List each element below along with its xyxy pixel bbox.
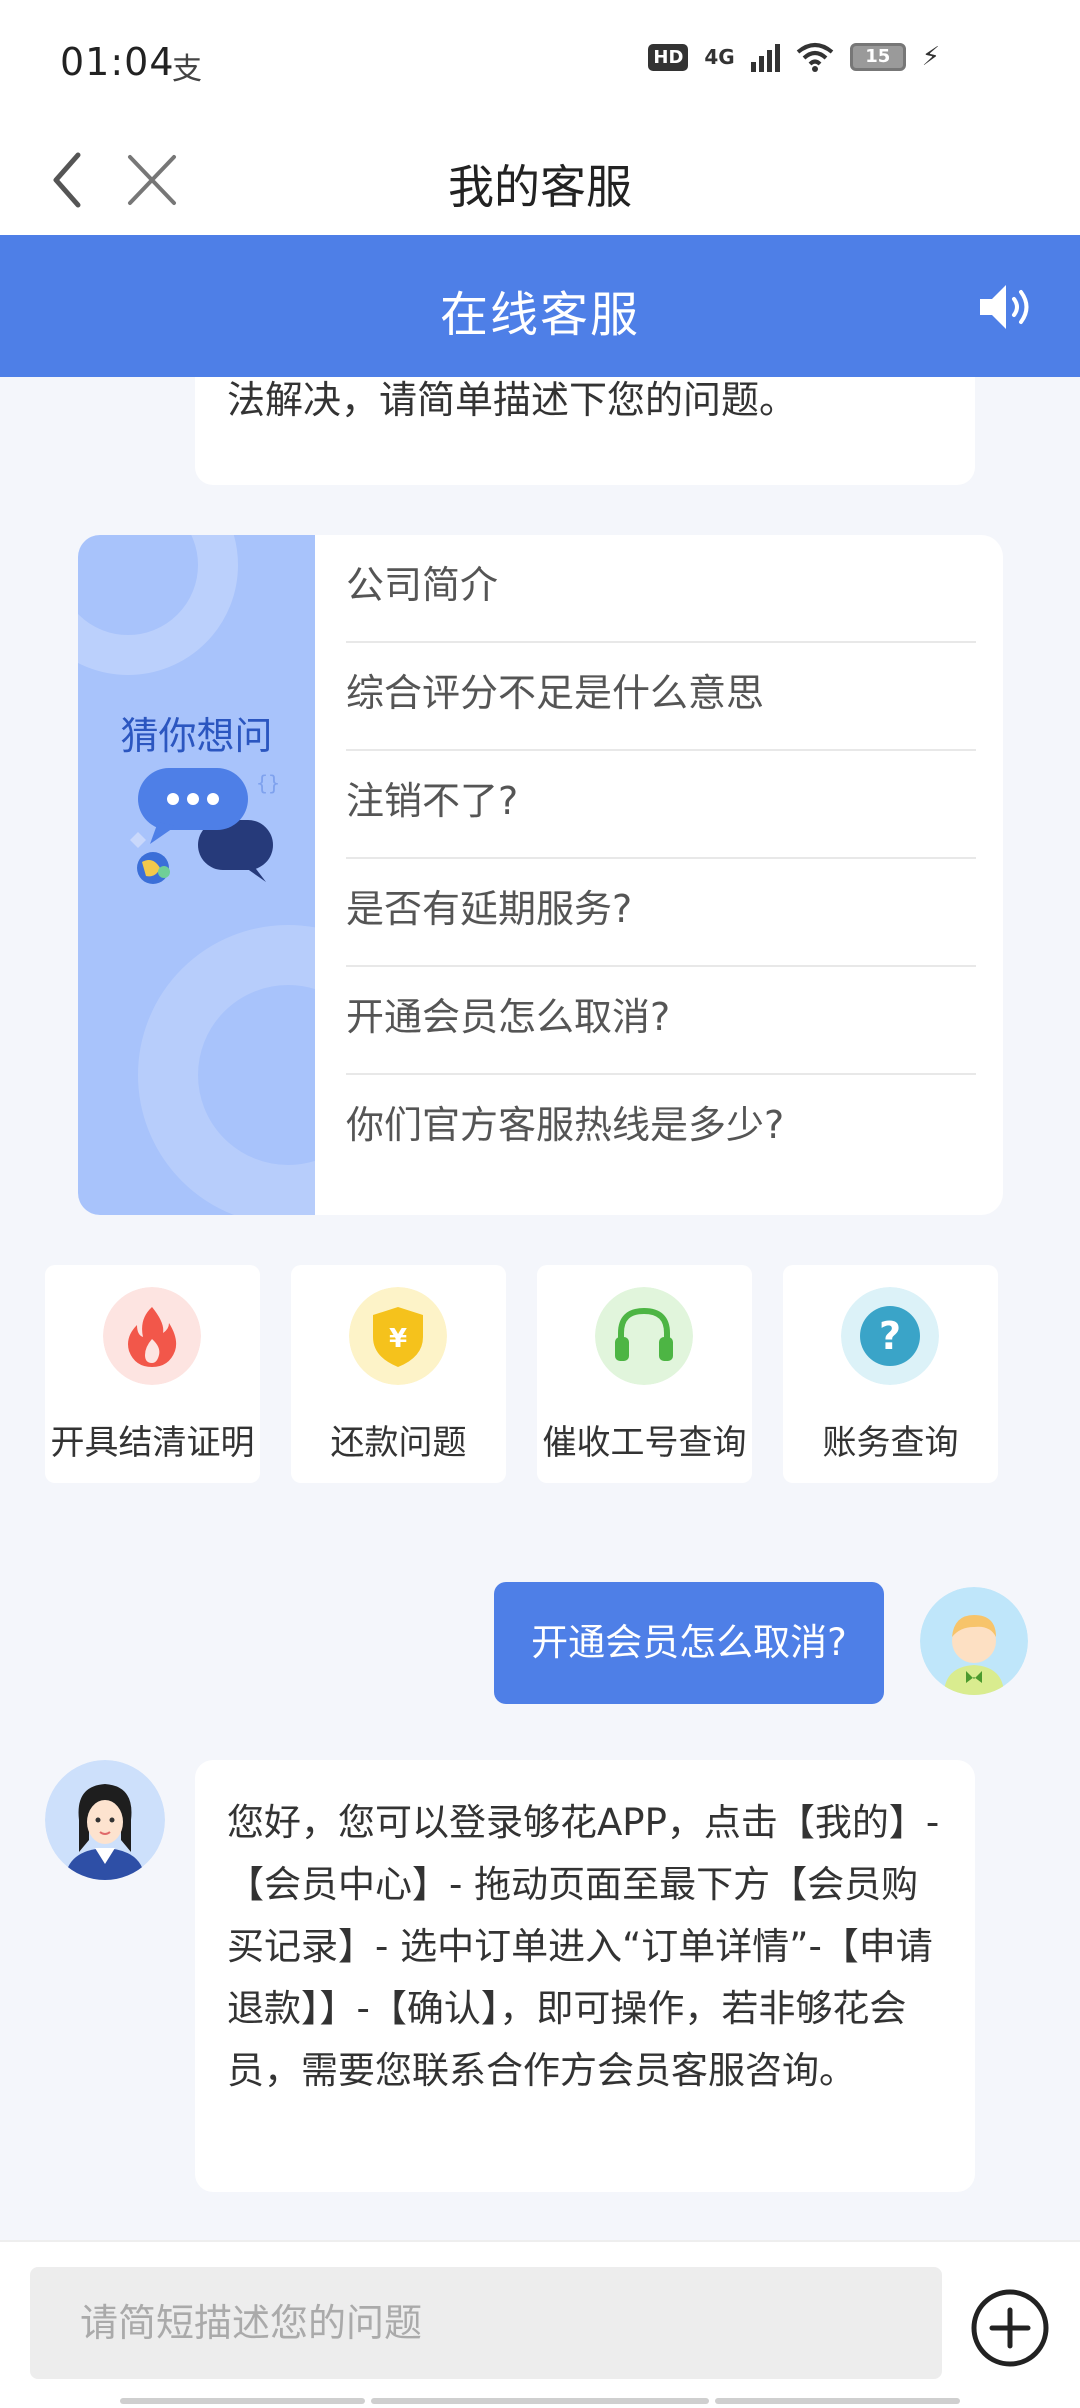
wifi-icon — [796, 43, 834, 72]
gesture-bar — [120, 2398, 960, 2404]
status-bar: 01:04 支 HD 4G 15 ⚡ — [0, 0, 1080, 125]
input-bar — [0, 2240, 1080, 2408]
agent-message: 您好，您可以登录够花APP，点击【我的】-【会员中心】- 拖动页面至最下方【会员… — [195, 1760, 975, 2192]
faq-item[interactable]: 注销不了? — [346, 751, 976, 859]
question-icon: ? — [841, 1287, 939, 1385]
flame-icon — [103, 1287, 201, 1385]
quick-action-label: 还款问题 — [330, 1423, 467, 1463]
plus-circle-icon[interactable] — [968, 2286, 1052, 2370]
quick-action-collector-id[interactable]: 催收工号查询 — [537, 1265, 752, 1483]
signal-icon — [750, 42, 780, 72]
hd-icon: HD — [648, 43, 689, 71]
faq-heading: 猜你想问 — [120, 714, 273, 758]
faq-side-panel: 猜你想问 {} — [78, 535, 315, 1215]
agent-avatar — [45, 1760, 165, 1880]
speaker-icon[interactable] — [974, 277, 1038, 337]
quick-action-label: 账务查询 — [822, 1423, 959, 1463]
charging-icon: ⚡ — [921, 42, 940, 72]
alipay-icon: 支 — [172, 52, 202, 87]
chat-header: 在线客服 — [0, 235, 1080, 377]
quick-action-repayment[interactable]: ¥ 还款问题 — [291, 1265, 506, 1483]
chat-header-title: 在线客服 — [439, 287, 640, 343]
faq-list: 公司简介 综合评分不足是什么意思 注销不了? 是否有延期服务? 开通会员怎么取消… — [346, 535, 976, 1183]
network-type: 4G — [704, 45, 735, 69]
title-bar: 我的客服 — [0, 125, 1080, 235]
svg-text:¥: ¥ — [389, 1324, 407, 1354]
status-icons: HD 4G 15 ⚡ — [648, 42, 940, 72]
chat-bubbles-icon: {} — [130, 768, 278, 884]
headset-icon — [595, 1287, 693, 1385]
faq-item[interactable]: 开通会员怎么取消? — [346, 967, 976, 1075]
user-message: 开通会员怎么取消? — [494, 1582, 884, 1704]
quick-action-settlement[interactable]: 开具结清证明 — [45, 1265, 260, 1483]
chat-area[interactable]: 法解决，请简单描述下您的问题。 猜你想问 {} 公司简介 综合评分不足是什么意思… — [0, 377, 1080, 2240]
faq-card: 猜你想问 {} 公司简介 综合评分不足是什么意思 注销不了? 是否有延期服务? — [78, 535, 1003, 1215]
quick-action-label: 催收工号查询 — [542, 1423, 747, 1463]
shield-yuan-icon: ¥ — [349, 1287, 447, 1385]
svg-text:?: ? — [879, 1314, 901, 1358]
page-title: 我的客服 — [448, 160, 632, 214]
faq-item[interactable]: 是否有延期服务? — [346, 859, 976, 967]
message-input[interactable] — [30, 2267, 942, 2379]
battery-icon: 15 — [849, 43, 906, 71]
svg-text:{}: {} — [256, 771, 278, 795]
bot-message-truncated: 法解决，请简单描述下您的问题。 — [195, 377, 975, 485]
faq-item[interactable]: 综合评分不足是什么意思 — [346, 643, 976, 751]
status-time: 01:04 — [60, 40, 175, 84]
faq-item[interactable]: 公司简介 — [346, 535, 976, 643]
faq-item[interactable]: 你们官方客服热线是多少? — [346, 1075, 976, 1183]
quick-action-account[interactable]: ? 账务查询 — [783, 1265, 998, 1483]
quick-action-label: 开具结清证明 — [50, 1423, 255, 1463]
user-avatar — [920, 1587, 1028, 1695]
bot-message-text: 法解决，请简单描述下您的问题。 — [227, 378, 798, 422]
